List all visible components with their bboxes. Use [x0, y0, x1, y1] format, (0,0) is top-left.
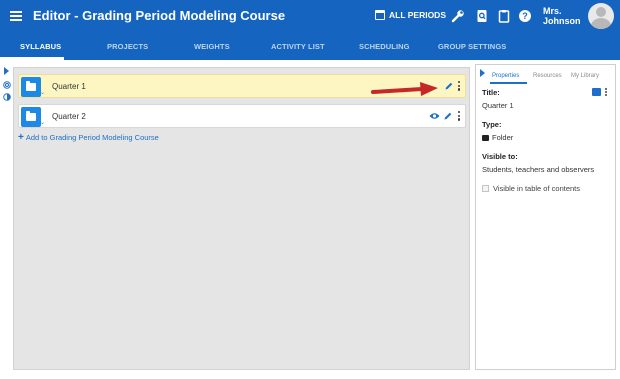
tab-bar: SYLLABUS PROJECTS WEIGHTS ACTIVITY LIST …	[0, 33, 620, 60]
tab-properties[interactable]: Properties	[492, 73, 519, 79]
all-periods-label: ALL PERIODS	[389, 10, 446, 20]
tab-activity-list[interactable]: ACTIVITY LIST	[271, 42, 325, 51]
tab-group-settings[interactable]: GROUP SETTINGS	[438, 42, 506, 51]
folder-title[interactable]: Quarter 1	[52, 82, 86, 91]
calendar-icon	[375, 10, 385, 20]
type-label: Type:	[482, 120, 502, 129]
pencil-icon[interactable]	[444, 81, 454, 91]
pencil-icon[interactable]	[443, 111, 453, 121]
visible-in-toc-label: Visible in table of contents	[493, 184, 581, 193]
tab-my-library[interactable]: My Library	[571, 73, 599, 79]
tab-scheduling[interactable]: SCHEDULING	[359, 42, 410, 51]
page-title: Editor - Grading Period Modeling Course	[33, 8, 286, 23]
add-to-course-link[interactable]: + Add to Grading Period Modeling Course	[18, 132, 159, 143]
chevron-down-icon[interactable]: ⌄	[40, 89, 45, 96]
left-rail	[0, 60, 13, 379]
user-name[interactable]: Mrs. Johnson	[543, 6, 581, 26]
title-label: Title:	[482, 88, 500, 97]
tab-resources[interactable]: Resources	[533, 73, 562, 79]
folder-icon	[482, 135, 489, 141]
clipboard-icon[interactable]	[497, 9, 511, 23]
wrench-icon[interactable]	[451, 9, 465, 23]
image-icon[interactable]	[592, 88, 601, 96]
hamburger-menu-icon[interactable]	[10, 11, 22, 21]
folder-row-quarter-2[interactable]: ⌄ Quarter 2	[18, 104, 466, 128]
help-icon[interactable]: ?	[518, 9, 532, 23]
title-value: Quarter 1	[482, 101, 514, 110]
syllabus-content: ⌄ Quarter 1 ⌄ Quarter 2	[13, 67, 470, 370]
more-vert-icon[interactable]	[457, 81, 461, 92]
more-vert-icon[interactable]	[604, 88, 608, 98]
expand-arrow-icon[interactable]	[4, 67, 9, 75]
type-value: Folder	[482, 133, 513, 142]
visible-to-label: Visible to:	[482, 152, 518, 161]
tab-syllabus[interactable]: SYLLABUS	[20, 42, 61, 51]
collapse-arrow-icon[interactable]	[480, 69, 485, 77]
editor-app: Editor - Grading Period Modeling Course …	[0, 0, 620, 379]
tab-weights[interactable]: WEIGHTS	[194, 42, 230, 51]
folder-icon	[21, 77, 41, 97]
visible-in-toc-checkbox[interactable]	[482, 185, 489, 192]
folder-title[interactable]: Quarter 2	[52, 112, 86, 121]
properties-panel: Properties Resources My Library Title: Q…	[475, 64, 616, 370]
visible-to-value: Students, teachers and observers	[482, 165, 595, 174]
contrast-icon[interactable]	[3, 93, 11, 101]
svg-text:?: ?	[522, 11, 528, 21]
folder-icon	[21, 107, 41, 127]
app-header: Editor - Grading Period Modeling Course …	[0, 0, 620, 33]
avatar[interactable]	[588, 3, 614, 29]
more-vert-icon[interactable]	[457, 111, 461, 122]
preview-search-icon[interactable]	[475, 9, 489, 23]
annotation-arrow	[371, 82, 438, 96]
active-panel-tab-indicator	[490, 82, 527, 84]
chevron-down-icon[interactable]: ⌄	[40, 119, 45, 126]
tab-projects[interactable]: PROJECTS	[107, 42, 148, 51]
target-icon[interactable]	[3, 81, 11, 89]
all-periods-button[interactable]: ALL PERIODS	[375, 10, 446, 20]
eye-icon[interactable]	[429, 112, 440, 120]
